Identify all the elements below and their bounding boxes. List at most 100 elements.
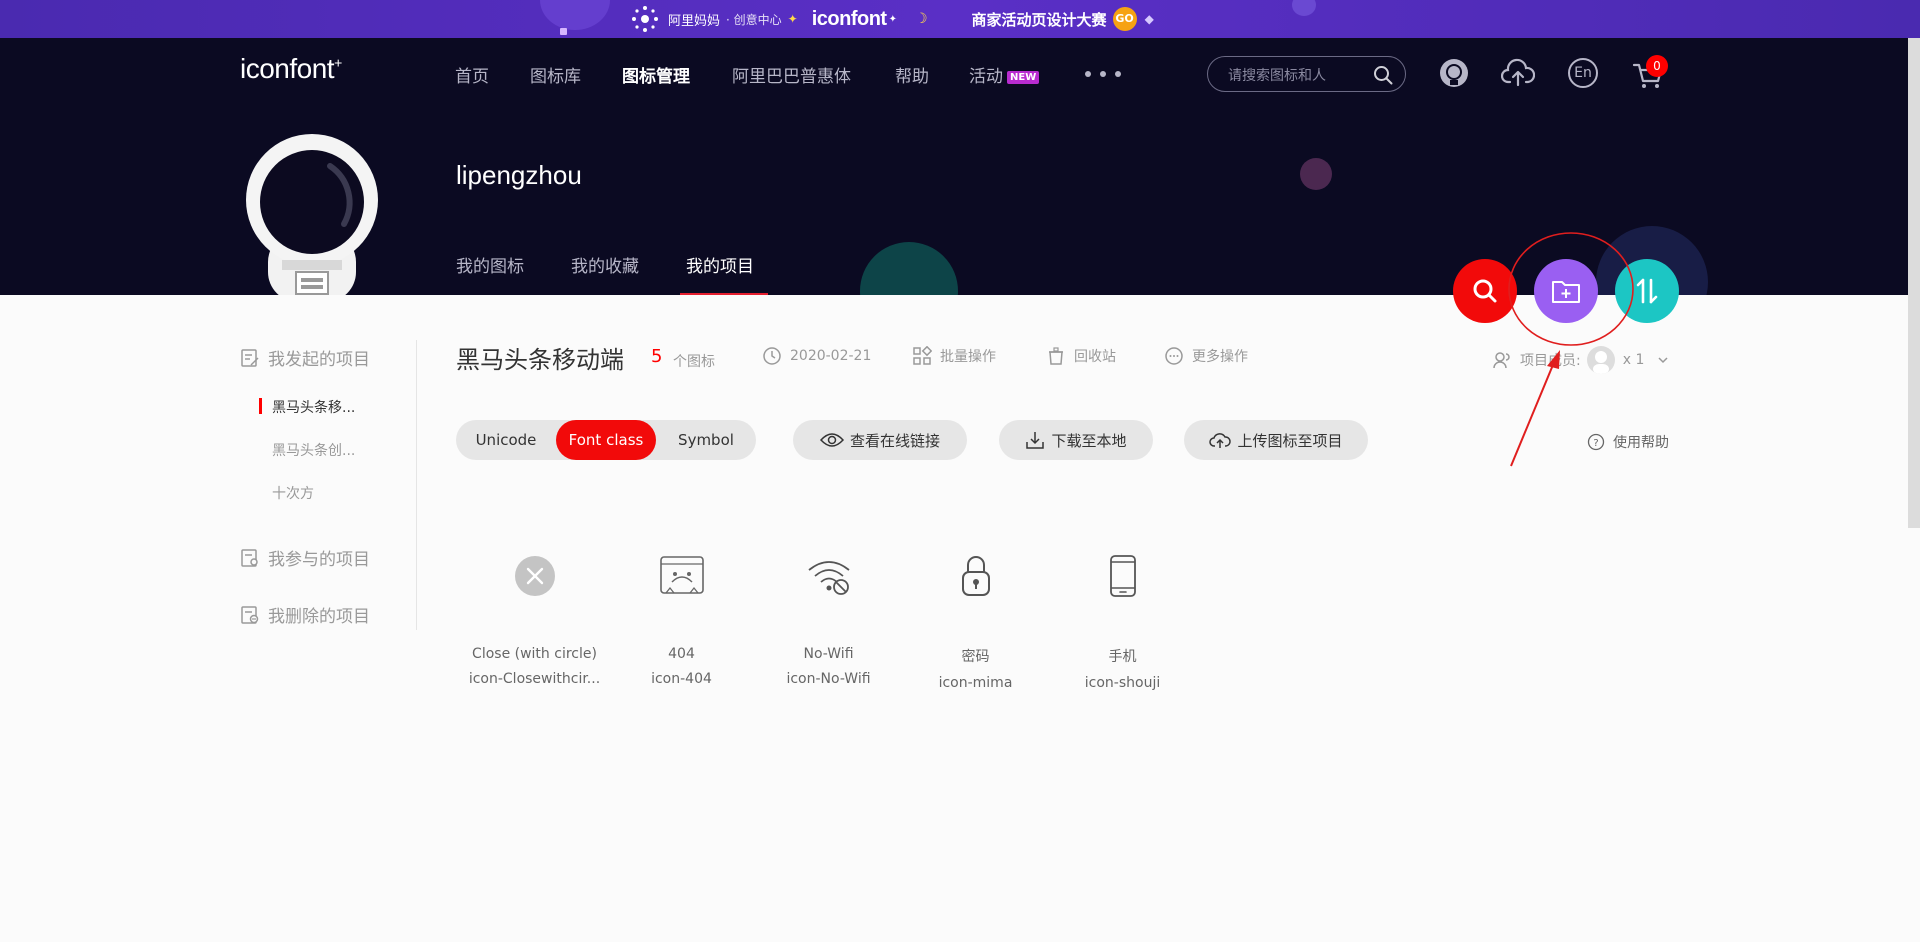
nav-activity[interactable]: 活动 NEW (969, 62, 1040, 87)
svg-text:?: ? (1593, 438, 1598, 449)
help-circle-icon: ? (1587, 433, 1605, 451)
icon-class: icon-mima (938, 675, 1013, 691)
code-format-tabs: Unicode Font class Symbol (456, 420, 756, 460)
upload-cloud-icon (1209, 433, 1232, 448)
nav-puhuiti[interactable]: 阿里巴巴普惠体 (732, 62, 851, 87)
nav-more-button[interactable] (1085, 64, 1121, 84)
tab-symbol[interactable]: Symbol (656, 420, 756, 460)
view-online-link-button[interactable]: 查看在线链接 (793, 420, 967, 460)
trash-icon (1049, 347, 1063, 365)
promo-banner[interactable]: 阿里妈妈 · 创意中心 ✦ iconfont ✦ ☽ 商家活动页设计大赛 GO … (0, 0, 1920, 38)
project-list-icon (241, 348, 259, 367)
nav-icon-manage[interactable]: 图标管理 (622, 62, 690, 87)
members-label: 项目成员: (1520, 353, 1581, 369)
tab-my-icons[interactable]: 我的图标 (456, 252, 524, 277)
members-count: x 1 (1622, 352, 1645, 368)
clock-icon (763, 347, 781, 365)
promo-brand: 阿里妈妈 (668, 13, 721, 29)
icon-class: icon-shouji (1084, 675, 1161, 691)
icon-count-label: 个图标 (673, 354, 715, 370)
active-item-marker (259, 398, 262, 414)
site-logo[interactable]: iconfont+ (240, 53, 342, 85)
no-wifi-icon (807, 561, 850, 595)
icon-card[interactable]: No-Wifi icon-No-Wifi (755, 540, 902, 687)
promo-go-button[interactable]: GO (1112, 7, 1137, 31)
sidebar-group-deleted[interactable]: 我删除的项目 (240, 602, 370, 627)
project-members[interactable]: 项目成员: x 1 (1492, 346, 1670, 374)
usage-help-link[interactable]: ? 使用帮助 (1587, 432, 1669, 452)
profile-username: lipengzhou (456, 160, 582, 190)
promo-contest: 商家活动页设计大赛 (971, 10, 1107, 29)
tab-my-favorites[interactable]: 我的收藏 (571, 252, 639, 277)
recycle-bin-button[interactable]: 回收站 (1046, 346, 1116, 366)
project-joined-icon (241, 548, 258, 567)
icon-card[interactable]: 密码 icon-mima (902, 540, 1049, 691)
sidebar-group-created[interactable]: 我发起的项目 (240, 345, 370, 370)
more-circle-icon (1165, 347, 1183, 365)
sparkle-icon (632, 6, 658, 32)
moon-icon: ☽ (914, 11, 928, 27)
icon-class: icon-No-Wifi (786, 671, 871, 687)
search-icon[interactable] (1373, 65, 1393, 85)
sort-fab[interactable] (1615, 259, 1679, 323)
project-deleted-icon (241, 605, 259, 624)
top-nav: iconfont+ 首页 图标库 图标管理 阿里巴巴普惠体 帮助 活动NEW E… (0, 38, 1920, 94)
page-scrollbar[interactable] (1908, 38, 1920, 528)
sidebar-item-shicifang[interactable]: 十次方 (272, 483, 314, 503)
icon-class: icon-404 (651, 671, 712, 687)
404-page-icon (659, 556, 704, 594)
download-local-button[interactable]: 下载至本地 (999, 420, 1153, 460)
project-sidebar: 我发起的项目 黑马头条移... 黑马头条创... 十次方 我参与的项目 我删除的… (240, 340, 417, 630)
icon-name: No-Wifi (803, 646, 854, 662)
project-title: 黑马头条移动端 (456, 346, 624, 374)
icon-name: 404 (668, 646, 695, 662)
close-circle-icon (514, 556, 555, 596)
nav-icon-library[interactable]: 图标库 (530, 62, 581, 87)
sidebar-group-joined[interactable]: 我参与的项目 (240, 545, 370, 570)
cart-count-badge: 0 (1646, 55, 1668, 77)
search-fab[interactable] (1453, 259, 1517, 323)
more-operations-button[interactable]: 更多操作 (1164, 346, 1248, 366)
add-project-fab[interactable] (1534, 259, 1598, 323)
search-input[interactable] (1228, 65, 1368, 85)
lock-icon (961, 556, 990, 596)
chevron-down-icon[interactable] (1656, 353, 1670, 367)
star-icon: ✦ (787, 12, 798, 26)
project-date: 2020-02-21 (762, 346, 871, 366)
batch-icon (913, 346, 932, 365)
user-avatar-icon[interactable] (1439, 58, 1469, 88)
icon-card[interactable]: 手机 icon-shouji (1049, 540, 1196, 691)
icon-card[interactable]: 404 icon-404 (608, 540, 755, 687)
new-badge: NEW (1007, 70, 1040, 84)
sidebar-item-heima-mobile[interactable]: 黑马头条移... (272, 397, 355, 417)
icon-name: 手机 (1108, 649, 1137, 665)
phone-icon (1109, 555, 1136, 597)
search-box[interactable] (1207, 56, 1406, 92)
eye-icon (819, 433, 844, 447)
confetti-icon: ◆ (1144, 12, 1154, 26)
language-switch[interactable]: En (1568, 58, 1598, 88)
promo-logo: iconfont (811, 7, 887, 30)
batch-operation-button[interactable]: 批量操作 (912, 346, 996, 366)
promo-sub: · 创意中心 (726, 12, 782, 27)
sidebar-group-label: 我删除的项目 (268, 607, 370, 627)
folder-add-icon (1552, 281, 1580, 303)
upload-cloud-icon[interactable] (1501, 58, 1535, 88)
sidebar-group-label: 我参与的项目 (268, 550, 370, 570)
annotation-arrow-line (1510, 359, 1556, 467)
sidebar-item-heima-create[interactable]: 黑马头条创... (272, 440, 355, 460)
plus-icon: ✦ (888, 13, 897, 25)
upload-icons-button[interactable]: 上传图标至项目 (1184, 420, 1368, 460)
icon-name: Close (with circle) (472, 646, 597, 662)
icon-class: icon-Closewithcir... (468, 671, 601, 687)
nav-help[interactable]: 帮助 (895, 62, 929, 87)
sort-arrows-icon (1636, 278, 1658, 304)
tab-font-class[interactable]: Font class (556, 420, 656, 460)
tab-my-projects[interactable]: 我的项目 (686, 252, 754, 277)
nav-home[interactable]: 首页 (455, 62, 489, 87)
members-icon (1493, 352, 1510, 369)
icon-card[interactable]: Close (with circle) icon-Closewithcir... (461, 540, 608, 687)
tab-unicode[interactable]: Unicode (456, 420, 556, 460)
member-avatar[interactable] (1586, 346, 1615, 374)
icon-count: 5 (651, 346, 663, 367)
